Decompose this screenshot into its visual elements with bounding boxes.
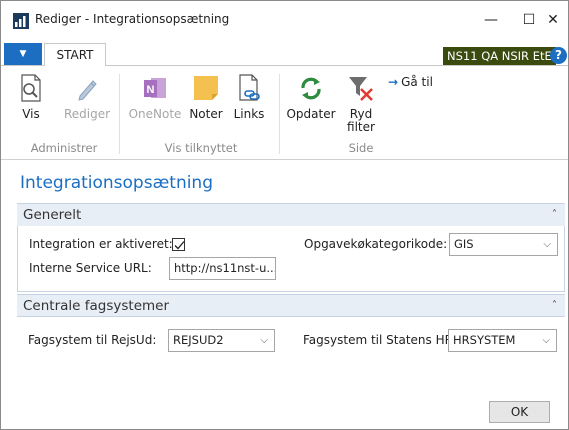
integration-checkbox[interactable] <box>172 238 185 251</box>
ok-button[interactable]: OK <box>489 401 550 423</box>
vis-button[interactable]: Vis <box>7 66 55 136</box>
clear-filter-icon <box>348 74 374 102</box>
refresh-icon <box>298 74 324 102</box>
opgave-value: GIS <box>454 237 474 251</box>
statenshr-value: HRSYSTEM <box>453 333 516 347</box>
onenote-label: OneNote <box>128 107 182 121</box>
opdater-label: Opdater <box>286 107 336 121</box>
ribbon: Vis Rediger N OneNote Noter Links Opdate… <box>1 66 568 160</box>
integration-label: Integration er aktiveret: <box>29 237 173 251</box>
tab-start[interactable]: START <box>44 43 106 67</box>
checkmark-icon <box>174 241 185 250</box>
links-button[interactable]: Links <box>229 66 269 136</box>
ribbon-tab-row: ▼ START NS11 QA NSIR EtE ? <box>1 41 568 67</box>
rediger-button[interactable]: Rediger <box>59 66 115 136</box>
dialog-window: Rediger - Integrationsopsætning — ☐ ✕ ▼ … <box>0 0 569 430</box>
chevron-down-icon: ⌵ <box>542 335 550 346</box>
chevron-up-icon[interactable]: ˄ <box>552 209 557 220</box>
service-url-label: Interne Service URL: <box>29 261 152 275</box>
rediger-label: Rediger <box>63 107 111 121</box>
vis-label: Vis <box>22 107 40 121</box>
ribbon-group-separator <box>279 74 280 154</box>
gaa-til-button[interactable]: → Gå til <box>388 75 433 89</box>
opgave-select[interactable]: GIS ⌵ <box>449 233 558 256</box>
group-label-side: Side <box>348 141 374 155</box>
goto-arrow-icon: → <box>388 75 399 89</box>
company-badge: NS11 QA NSIR EtE <box>443 47 556 65</box>
fasttab-generelt-title: Generelt <box>23 207 82 223</box>
file-menu-button[interactable]: ▼ <box>4 43 42 65</box>
links-label: Links <box>233 107 265 121</box>
opgave-label: Opgavekøkategorikode: <box>304 237 448 251</box>
onenote-button[interactable]: N OneNote <box>125 66 185 136</box>
fasttab-centrale-header[interactable]: Centrale fagsystemer ˄ <box>17 294 565 317</box>
chevron-down-icon: ⌵ <box>260 335 268 346</box>
ryd-filter-button[interactable]: Ryd filter <box>340 66 382 136</box>
magnifier-page-icon <box>18 74 44 102</box>
fasttab-generelt-body: Integration er aktiveret: Interne Servic… <box>17 226 565 292</box>
link-page-icon <box>236 74 262 102</box>
chevron-down-icon: ⌵ <box>543 239 551 250</box>
ribbon-group-separator <box>119 74 120 154</box>
ryd-filter-label-line1: Ryd <box>349 107 373 121</box>
fasttab-centrale-body: Fagsystem til RejsUd: REJSUD2 ⌵ Fagsyste… <box>17 318 565 358</box>
pencil-icon <box>74 74 100 102</box>
onenote-icon: N <box>142 74 168 102</box>
sticky-note-icon <box>193 74 219 102</box>
noter-label: Noter <box>189 107 223 121</box>
fasttab-generelt-header[interactable]: Generelt ˄ <box>17 203 565 226</box>
app-icon <box>13 13 29 29</box>
ryd-filter-label: Ryd filter <box>340 108 382 134</box>
title-bar: Rediger - Integrationsopsætning — ☐ ✕ <box>1 1 568 41</box>
gaa-til-label: Gå til <box>401 75 433 89</box>
opdater-button[interactable]: Opdater <box>284 66 338 136</box>
rejsud-label: Fagsystem til RejsUd: <box>28 333 157 347</box>
minimize-button[interactable]: — <box>479 9 503 31</box>
statenshr-label: Fagsystem til Statens HR: <box>303 333 457 347</box>
close-button[interactable]: ✕ <box>541 9 565 31</box>
group-label-administrer: Administrer <box>30 141 98 155</box>
rejsud-select[interactable]: REJSUD2 ⌵ <box>168 329 275 352</box>
statenshr-select[interactable]: HRSYSTEM ⌵ <box>448 329 557 352</box>
svg-text:N: N <box>147 84 155 96</box>
fasttab-centrale-title: Centrale fagsystemer <box>23 298 170 314</box>
window-title: Rediger - Integrationsopsætning <box>35 12 230 26</box>
rejsud-value: REJSUD2 <box>173 333 224 347</box>
chevron-up-icon[interactable]: ˄ <box>552 300 557 311</box>
noter-button[interactable]: Noter <box>185 66 227 136</box>
service-url-field[interactable]: http://ns11nst-u... <box>169 257 276 280</box>
group-label-vis-tilknyttet: Vis tilknyttet <box>164 141 238 155</box>
help-icon[interactable]: ? <box>550 47 567 64</box>
page-title: Integrationsopsætning <box>20 173 214 193</box>
ryd-filter-label-line2: filter <box>347 120 375 134</box>
maximize-button[interactable]: ☐ <box>517 9 541 31</box>
